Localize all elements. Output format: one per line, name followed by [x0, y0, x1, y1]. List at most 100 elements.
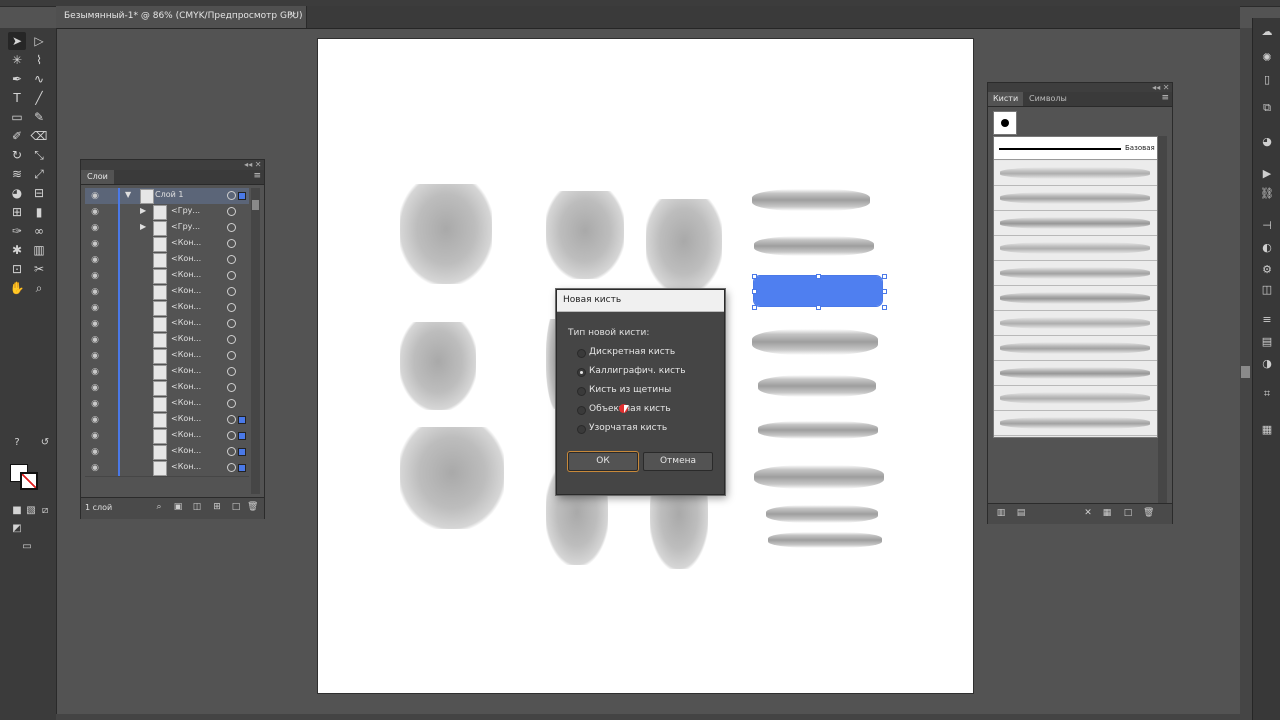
brushes-scrollbar[interactable] — [1158, 136, 1167, 506]
watercolor-blob[interactable] — [400, 427, 504, 529]
brushes-panel-titlebar[interactable]: ◂◂ ✕ — [988, 83, 1172, 92]
brush-item[interactable] — [994, 161, 1157, 186]
brush-type-option[interactable]: Узорчатая кисть — [577, 422, 717, 438]
target-circle-icon[interactable] — [227, 239, 236, 248]
target-circle-icon[interactable] — [227, 415, 236, 424]
sublayer-row[interactable]: ◉ ▶ <Гру... — [85, 204, 249, 221]
layers-panel-titlebar[interactable]: ◂◂ ✕ — [81, 160, 264, 170]
sublayer-row[interactable]: ◉ <Кон... — [85, 300, 249, 317]
watercolor-blob[interactable] — [546, 191, 624, 279]
scale-tool-icon[interactable]: ⤡ — [30, 146, 48, 164]
slice-tool-icon[interactable]: ✂ — [30, 260, 48, 278]
radio-button[interactable] — [577, 349, 586, 358]
target-circle-icon[interactable] — [227, 287, 236, 296]
shape-builder-tool-icon[interactable]: ◕ — [8, 184, 26, 202]
transform-icon[interactable]: ⧉ — [1259, 100, 1275, 116]
brush-item[interactable] — [994, 236, 1157, 261]
radio-button[interactable] — [577, 368, 586, 377]
sublayer-row[interactable]: ◉ <Кон... — [85, 380, 249, 397]
radio-button[interactable] — [577, 387, 586, 396]
visibility-eye-icon[interactable]: ◉ — [89, 222, 101, 234]
radio-button[interactable] — [577, 425, 586, 434]
watercolor-blob[interactable] — [400, 322, 476, 410]
selection-indicator[interactable] — [238, 432, 246, 440]
ok-button[interactable]: ОК — [568, 452, 638, 471]
options-icon[interactable]: ▦ — [1102, 508, 1112, 518]
artboards-icon[interactable]: ⌗ — [1259, 386, 1275, 402]
perspective-grid-tool-icon[interactable]: ⊟ — [30, 184, 48, 202]
gradient-icon[interactable]: ▤ — [1259, 334, 1275, 350]
stroke-color-swatch[interactable] — [20, 472, 38, 490]
target-circle-icon[interactable] — [227, 463, 236, 472]
links-icon[interactable]: ⛓ — [1259, 186, 1275, 202]
brush-type-option[interactable]: Объектная кисть — [577, 403, 717, 419]
watercolor-stroke[interactable] — [752, 189, 870, 211]
watercolor-blob[interactable] — [646, 199, 722, 293]
selection-handle[interactable] — [752, 274, 757, 279]
disclosure-down-icon[interactable]: ▼ — [125, 190, 131, 199]
selected-stroke[interactable] — [753, 275, 883, 307]
trash-icon[interactable]: 🗑 — [1143, 508, 1154, 518]
draw-mode-icon[interactable]: ◩ — [8, 520, 26, 538]
swap-colors-icon[interactable]: ↺ — [36, 434, 54, 452]
sublayer-row[interactable]: ◉ <Кон... — [85, 252, 249, 269]
new-layer-icon[interactable]: □ — [231, 502, 241, 512]
library-panel-icon[interactable]: ▤ — [1016, 508, 1026, 518]
visibility-eye-icon[interactable]: ◉ — [89, 366, 101, 378]
visibility-eye-icon[interactable]: ◉ — [89, 430, 101, 442]
target-circle-icon[interactable] — [227, 335, 236, 344]
brush-libraries-icon[interactable]: ▥ — [996, 508, 1006, 518]
visibility-eye-icon[interactable]: ◉ — [89, 254, 101, 266]
new-sublayer-icon[interactable]: ⊞ — [212, 502, 222, 512]
brush-item[interactable] — [994, 386, 1157, 411]
visibility-eye-icon[interactable]: ◉ — [89, 398, 101, 410]
visibility-eye-icon[interactable]: ◉ — [89, 190, 101, 202]
layers-icon[interactable]: ▦ — [1259, 422, 1275, 438]
target-circle-icon[interactable] — [227, 191, 236, 200]
dialog-titlebar[interactable]: Новая кисть — [557, 290, 724, 312]
default-colors-icon[interactable]: ? — [8, 434, 26, 452]
search-icon[interactable]: ⌕ — [154, 502, 164, 512]
visibility-eye-icon[interactable]: ◉ — [89, 334, 101, 346]
visibility-eye-icon[interactable]: ◉ — [89, 462, 101, 474]
eyedropper-tool-icon[interactable]: ✑ — [8, 222, 26, 240]
sublayer-row[interactable]: ◉ <Кон... — [85, 268, 249, 285]
watercolor-stroke[interactable] — [752, 329, 878, 355]
selection-handle[interactable] — [752, 305, 757, 310]
target-circle-icon[interactable] — [227, 255, 236, 264]
brush-swatch-round[interactable] — [993, 111, 1017, 135]
sublayer-row[interactable]: ◉ <Кон... — [85, 412, 249, 429]
align-icon[interactable]: ⊣ — [1259, 218, 1275, 234]
brush-type-option[interactable]: Кисть из щетины — [577, 384, 717, 400]
stroke-icon[interactable]: ≡ — [1259, 312, 1275, 328]
graphic-styles-icon[interactable]: ⚙ — [1259, 262, 1275, 278]
artboard-tool-icon[interactable]: ⊡ — [8, 260, 26, 278]
selection-handle[interactable] — [816, 305, 821, 310]
layer-row[interactable]: ◉ ▼ Слой 1 — [85, 188, 249, 205]
close-icon[interactable]: × — [288, 9, 297, 22]
panel-menu-icon[interactable]: ≡ — [1161, 93, 1169, 103]
new-brush-icon[interactable]: □ — [1123, 508, 1133, 518]
visibility-eye-icon[interactable]: ◉ — [89, 270, 101, 282]
document-tab[interactable]: Безымянный-1* @ 86% (CMYK/Предпросмотр G… — [56, 6, 307, 28]
mesh-tool-icon[interactable]: ⊞ — [8, 203, 26, 221]
document-info-icon[interactable]: ▯ — [1259, 72, 1275, 88]
visibility-eye-icon[interactable]: ◉ — [89, 350, 101, 362]
hand-tool-icon[interactable]: ✋ — [8, 279, 26, 297]
target-circle-icon[interactable] — [227, 319, 236, 328]
color-guide-icon[interactable]: ◕ — [1259, 134, 1275, 150]
symbol-sprayer-tool-icon[interactable]: ✱ — [8, 241, 26, 259]
visibility-eye-icon[interactable]: ◉ — [89, 238, 101, 250]
watercolor-stroke[interactable] — [754, 465, 884, 489]
type-tool-icon[interactable]: T — [8, 89, 26, 107]
selection-indicator[interactable] — [238, 416, 246, 424]
pen-tool-icon[interactable]: ✒ — [8, 70, 26, 88]
collect-export-icon[interactable]: ▣ — [173, 502, 183, 512]
target-circle-icon[interactable] — [227, 223, 236, 232]
brush-type-option[interactable]: Каллиграфич. кисть — [577, 365, 717, 381]
magic-wand-tool-icon[interactable]: ✳ — [8, 51, 26, 69]
lasso-tool-icon[interactable]: ⌇ — [30, 51, 48, 69]
layers-scrollbar-thumb[interactable] — [252, 200, 259, 210]
target-circle-icon[interactable] — [227, 303, 236, 312]
brush-type-option[interactable]: Дискретная кисть — [577, 346, 717, 362]
